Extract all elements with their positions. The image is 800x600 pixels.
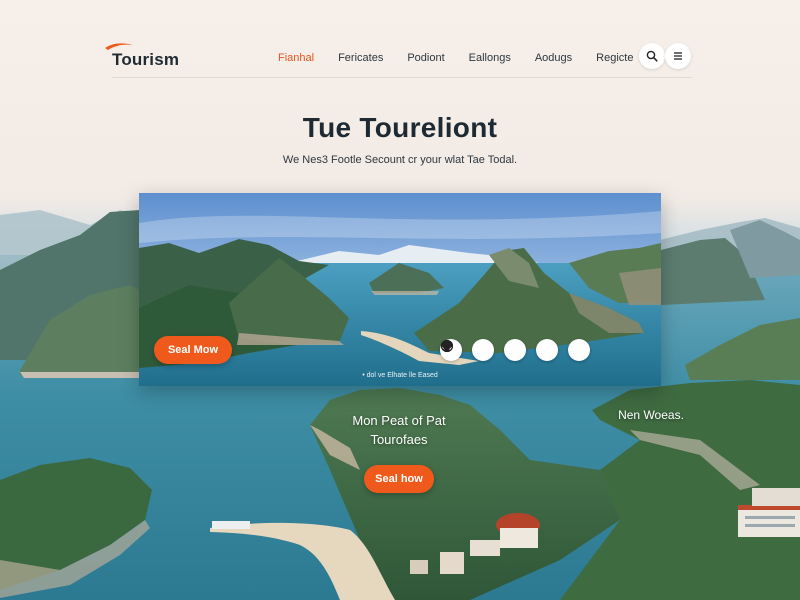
nav-item-aodugs[interactable]: Aodugs [535, 52, 572, 64]
hero-title: Tue Toureliont [302, 112, 498, 143]
section-heading-line1: Mon Peat of Pat [352, 413, 446, 428]
banner-icon-row [440, 339, 590, 361]
search-button[interactable] [639, 43, 665, 69]
bottle-icon[interactable] [444, 339, 558, 361]
section-cta-button[interactable]: Seal how [364, 465, 434, 493]
heart-icon[interactable] [441, 339, 526, 361]
nav-item-regicte[interactable]: Regicte [596, 52, 633, 64]
nav-item-fianhal[interactable]: Fianhal [278, 52, 314, 64]
site-header: Tourism Fianhal Fericates Podiont Eallon… [105, 38, 692, 78]
flower-glyph-icon [441, 340, 453, 352]
brand-name: Tourism [112, 50, 180, 69]
menu-icon [674, 52, 682, 60]
hero-banner: Seal Mow • dol ve Elhate lle Eased [139, 193, 661, 386]
section-heading: Mon Peat of Pat Tourofaes [334, 411, 464, 449]
section-heading-line2: Tourofaes [370, 432, 428, 447]
nav-item-podiont[interactable]: Podiont [407, 52, 444, 64]
main-nav: Fianhal Fericates Podiont Eallongs Aodug… [278, 52, 633, 64]
hero-subtitle: We Nes3 Footle Secount cr your wlat Tae … [282, 154, 518, 166]
menu-button[interactable] [665, 43, 691, 69]
globe-icon[interactable] [440, 339, 494, 361]
banner-cta-button[interactable]: Seal Mow [154, 336, 232, 364]
nav-item-fericates[interactable]: Fericates [338, 52, 383, 64]
banner-caption: • dol ve Elhate lle Eased [362, 372, 438, 379]
nav-item-eallongs[interactable]: Eallongs [469, 52, 511, 64]
side-label: Nen Woeas. [618, 408, 684, 422]
search-icon [646, 50, 658, 62]
flower-icon[interactable] [441, 339, 590, 361]
